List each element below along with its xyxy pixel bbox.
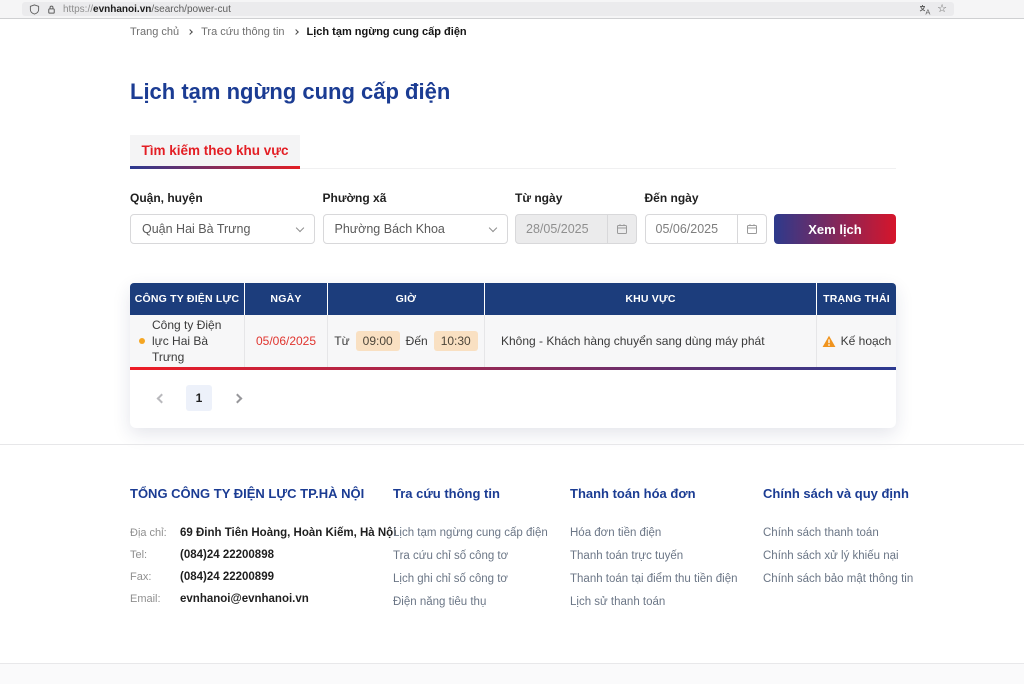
footer-lookup-column: Tra cứu thông tin Lịch tạm ngừng cung cấ… xyxy=(393,486,570,619)
footer-link[interactable]: Chính sách xử lý khiếu nại xyxy=(763,550,923,563)
to-date-value: 05/06/2025 xyxy=(646,215,737,243)
gradient-divider xyxy=(130,367,896,370)
prev-page-button[interactable] xyxy=(148,385,174,411)
column-header-date: NGÀY xyxy=(245,283,328,315)
footer-column-heading: Thanh toán hóa đơn xyxy=(570,486,763,501)
footer-link[interactable]: Hóa đơn tiền điện xyxy=(570,527,763,540)
pagination: 1 xyxy=(148,385,896,411)
cell-time: Từ 09:00 Đến 10:30 xyxy=(328,315,485,367)
chevron-right-icon xyxy=(187,29,193,35)
svg-text:A: A xyxy=(926,7,931,15)
footer-link[interactable]: Lịch tạm ngừng cung cấp điện xyxy=(393,527,570,540)
view-schedule-button[interactable]: Xem lịch xyxy=(774,214,896,244)
footer-link[interactable]: Lịch ghi chỉ số công tơ xyxy=(393,573,570,586)
contact-label: Email: xyxy=(130,593,172,605)
to-date-label: Đến ngày xyxy=(645,191,767,205)
cell-company: Công ty Điện lực Hai Bà Trưng xyxy=(130,315,245,367)
column-header-status: TRẠNG THÁI xyxy=(817,283,896,315)
time-to-label: Đến xyxy=(406,334,428,348)
table-header-row: CÔNG TY ĐIỆN LỰC NGÀY GIỜ KHU VỰC TRẠNG … xyxy=(130,283,896,315)
cell-status: Kế hoạch xyxy=(817,315,896,367)
contact-value: 69 Đinh Tiên Hoàng, Hoàn Kiếm, Hà Nội xyxy=(180,527,396,539)
footer-payment-column: Thanh toán hóa đơn Hóa đơn tiền điện Tha… xyxy=(570,486,763,619)
warning-icon xyxy=(822,335,836,348)
footer-divider xyxy=(0,444,1024,445)
breadcrumb-lookup[interactable]: Tra cứu thông tin xyxy=(201,26,284,38)
contact-label: Fax: xyxy=(130,571,172,583)
cell-area: Không - Khách hàng chuyển sang dùng máy … xyxy=(485,315,817,367)
footer: TỔNG CÔNG TY ĐIỆN LỰC TP.HÀ NỘI Địa chỉ:… xyxy=(130,486,923,619)
contact-value: (084)24 22200899 xyxy=(180,571,274,583)
breadcrumb-current: Lịch tạm ngừng cung cấp điện xyxy=(307,26,467,38)
time-to-badge: 10:30 xyxy=(434,331,478,351)
footer-link[interactable]: Thanh toán trực tuyến xyxy=(570,550,763,563)
contact-row-tel: Tel: (084)24 22200898 xyxy=(130,549,393,561)
tab-strip: Tìm kiếm theo khu vực xyxy=(130,135,896,169)
contact-row-email: Email: evnhanoi@evnhanoi.vn xyxy=(130,593,393,605)
tab-search-by-area[interactable]: Tìm kiếm theo khu vực xyxy=(130,135,300,169)
contact-label: Tel: xyxy=(130,549,172,561)
column-header-company: CÔNG TY ĐIỆN LỰC xyxy=(130,283,245,315)
bookmark-star-icon[interactable]: ☆ xyxy=(937,4,947,15)
chevron-down-icon xyxy=(488,223,496,231)
tab-label: Tìm kiếm theo khu vực xyxy=(130,135,300,166)
contact-value: evnhanoi@evnhanoi.vn xyxy=(180,593,309,605)
cell-date: 05/06/2025 xyxy=(245,315,328,367)
page-number-button[interactable]: 1 xyxy=(186,385,212,411)
contact-row-address: Địa chỉ: 69 Đinh Tiên Hoàng, Hoàn Kiếm, … xyxy=(130,527,393,539)
time-from-badge: 09:00 xyxy=(356,331,400,351)
shield-icon[interactable] xyxy=(29,4,40,15)
breadcrumb-home[interactable]: Trang chủ xyxy=(130,26,179,38)
district-select[interactable]: Quận Hai Bà Trưng xyxy=(130,214,315,244)
ward-select[interactable]: Phường Bách Khoa xyxy=(323,214,508,244)
translate-icon[interactable]: A xyxy=(919,4,931,15)
browser-toolbar: https://evnhanoi.vn/search/power-cut A ☆ xyxy=(0,0,1024,19)
time-from-label: Từ xyxy=(334,334,349,348)
calendar-icon xyxy=(607,215,636,243)
footer-column-heading: Chính sách và quy định xyxy=(763,486,923,501)
column-header-time: GIỜ xyxy=(328,283,485,315)
chevron-right-icon xyxy=(293,29,299,35)
company-name: Công ty Điện lực Hai Bà Trưng xyxy=(152,317,234,366)
ward-select-value: Phường Bách Khoa xyxy=(335,222,445,236)
from-date-field: 28/05/2025 xyxy=(515,214,637,244)
footer-link[interactable]: Chính sách thanh toán xyxy=(763,527,923,540)
footer-company-name: TỔNG CÔNG TY ĐIỆN LỰC TP.HÀ NỘI xyxy=(130,486,393,501)
contact-value: (084)24 22200898 xyxy=(180,549,274,561)
page-title: Lịch tạm ngừng cung cấp điện xyxy=(130,79,450,105)
column-header-area: KHU VỰC xyxy=(485,283,817,315)
footer-link[interactable]: Chính sách bảo mật thông tin xyxy=(763,573,923,586)
status-badge: Kế hoạch xyxy=(841,334,892,348)
contact-row-fax: Fax: (084)24 22200899 xyxy=(130,571,393,583)
district-select-value: Quận Hai Bà Trưng xyxy=(142,222,250,236)
footer-column-heading: Tra cứu thông tin xyxy=(393,486,570,501)
address-bar[interactable]: https://evnhanoi.vn/search/power-cut A ☆ xyxy=(22,2,954,16)
table-row: Công ty Điện lực Hai Bà Trưng 05/06/2025… xyxy=(130,315,896,367)
calendar-icon[interactable] xyxy=(737,215,766,243)
bottom-bar xyxy=(0,663,1024,684)
bullet-dot-icon xyxy=(139,338,145,344)
next-page-button[interactable] xyxy=(224,385,250,411)
chevron-down-icon xyxy=(296,223,304,231)
to-date-field[interactable]: 05/06/2025 xyxy=(645,214,767,244)
footer-company-column: TỔNG CÔNG TY ĐIỆN LỰC TP.HÀ NỘI Địa chỉ:… xyxy=(130,486,393,619)
ward-label: Phường xã xyxy=(323,191,508,205)
footer-link[interactable]: Điện năng tiêu thụ xyxy=(393,596,570,609)
footer-link[interactable]: Lịch sử thanh toán xyxy=(570,596,763,609)
filter-form: Quận, huyện Quận Hai Bà Trưng Phường xã … xyxy=(130,191,896,244)
footer-policy-column: Chính sách và quy định Chính sách thanh … xyxy=(763,486,923,619)
footer-link[interactable]: Thanh toán tại điểm thu tiền điện xyxy=(570,573,763,586)
contact-label: Địa chỉ: xyxy=(130,527,172,539)
url-text: https://evnhanoi.vn/search/power-cut xyxy=(63,4,231,15)
lock-icon[interactable] xyxy=(46,4,57,15)
from-date-label: Từ ngày xyxy=(515,191,637,205)
footer-link[interactable]: Tra cứu chỉ số công tơ xyxy=(393,550,570,563)
from-date-value: 28/05/2025 xyxy=(516,215,607,243)
breadcrumb: Trang chủ Tra cứu thông tin Lịch tạm ngừ… xyxy=(0,20,1024,44)
district-label: Quận, huyện xyxy=(130,191,315,205)
results-table-card: CÔNG TY ĐIỆN LỰC NGÀY GIỜ KHU VỰC TRẠNG … xyxy=(130,283,896,428)
